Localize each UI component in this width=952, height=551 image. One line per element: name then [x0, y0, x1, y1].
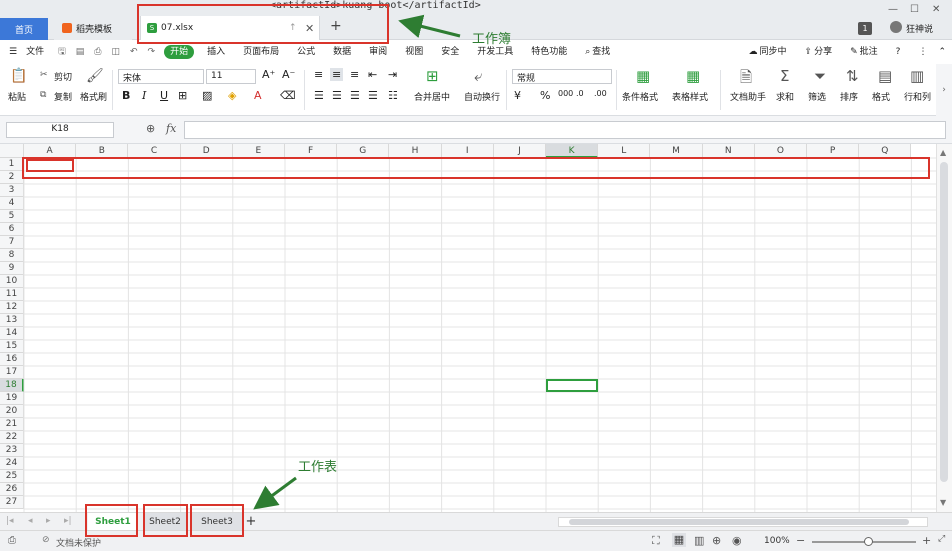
annotation-arrows	[253, 14, 461, 510]
workbook-annotation: 工作簿	[472, 32, 512, 47]
workbook-arrow	[398, 14, 461, 39]
worksheet-arrow	[253, 476, 297, 510]
worksheet-annotation: 工作表	[298, 460, 338, 475]
